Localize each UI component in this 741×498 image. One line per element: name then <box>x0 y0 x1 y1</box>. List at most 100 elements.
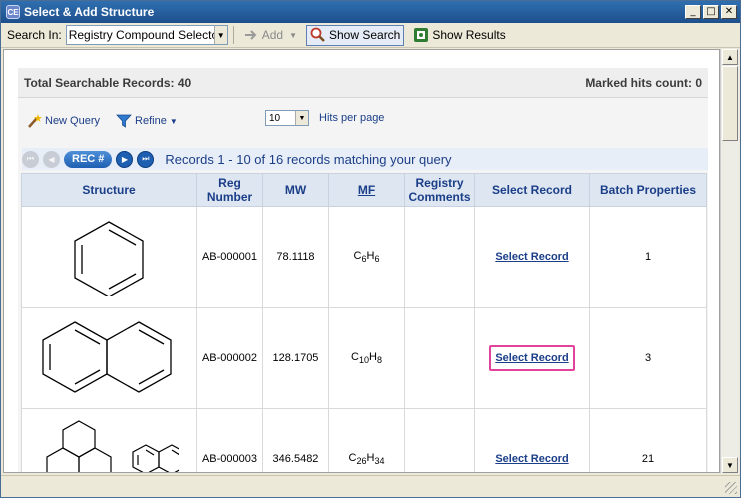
show-results-label: Show Results <box>432 28 506 42</box>
batch-properties-cell: 21 <box>589 408 707 472</box>
table-row: AB-000003 346.5482 C26H34 Select Record … <box>21 408 707 472</box>
mf-element: H <box>369 350 377 363</box>
marked-hits-text: Marked hits count: 0 <box>585 75 702 90</box>
comments-cell <box>404 307 475 409</box>
new-query-label: New Query <box>45 115 101 127</box>
hits-value: 10 <box>269 112 281 124</box>
structure-cell <box>21 307 197 409</box>
scroll-down-button[interactable]: ▼ <box>722 457 738 473</box>
results-content: Total Searchable Records: 40 Marked hits… <box>3 49 720 473</box>
chevron-down-icon[interactable]: ▼ <box>295 111 308 125</box>
comments-cell <box>404 408 475 472</box>
hits-label: Hits per page <box>319 112 385 124</box>
table-row: AB-000002 128.1705 C10H8 Select Record 3 <box>21 307 707 409</box>
select-record-link[interactable]: Select Record <box>495 251 568 263</box>
mw-cell: 346.5482 <box>262 408 329 472</box>
summary-bar: Total Searchable Records: 40 Marked hits… <box>18 68 708 98</box>
select-record-cell: Select Record <box>474 206 590 308</box>
results-table: Structure Reg Number MW MF Registry Commen… <box>21 173 707 472</box>
search-in-label: Search In: <box>7 28 62 42</box>
search-in-dropdown[interactable]: Registry Compound Selector ▼ <box>65 25 228 45</box>
chevron-down-icon[interactable]: ▼ <box>213 26 227 44</box>
refine-label: Refine <box>135 115 167 127</box>
header-mf-link[interactable]: MF <box>358 183 375 197</box>
show-results-button[interactable]: Show Results <box>410 25 508 46</box>
select-record-cell: Select Record <box>474 307 590 409</box>
benzene-structure-image <box>74 220 144 298</box>
header-structure: Structure <box>21 173 197 207</box>
funnel-icon <box>116 113 132 129</box>
new-query-button[interactable]: New Query <box>26 113 100 129</box>
header-reg-number: Reg Number <box>196 173 263 207</box>
app-icon: CE <box>6 5 20 19</box>
table-header-row: Structure Reg Number MW MF Registry Commen… <box>21 173 707 207</box>
comments-cell <box>404 206 475 308</box>
add-label: Add <box>261 28 284 42</box>
header-batch-properties: Batch Properties <box>589 173 707 207</box>
refine-button[interactable]: Refine ▼ <box>116 113 178 129</box>
batch-properties-cell: 3 <box>589 307 707 409</box>
rec-number-button[interactable]: REC # <box>64 150 113 168</box>
scroll-up-button[interactable]: ▲ <box>722 49 738 65</box>
minimize-button[interactable]: _ <box>685 5 701 19</box>
header-comments-line2: Comments <box>408 190 471 204</box>
last-page-button[interactable]: ⏭ <box>137 150 155 168</box>
mf-count: 8 <box>376 355 382 366</box>
add-dropdown-icon[interactable]: ▼ <box>289 31 297 40</box>
select-record-cell: Select Record <box>474 408 590 472</box>
search-in-value: Registry Compound Selector <box>68 28 223 42</box>
mf-count: 26 <box>356 456 367 467</box>
select-record-link[interactable]: Select Record <box>495 453 568 465</box>
toolbar-separator <box>232 26 234 44</box>
vertical-scrollbar[interactable]: ▲ ▼ <box>720 49 739 473</box>
arrow-right-icon <box>243 27 259 43</box>
add-button[interactable]: Add ▼ <box>240 25 300 46</box>
mf-element: C <box>351 350 359 363</box>
window-title: Select & Add Structure <box>24 5 155 19</box>
title-bar[interactable]: CE Select & Add Structure _ □ ✕ <box>1 1 740 23</box>
header-mw: MW <box>262 173 329 207</box>
mf-cell: C26H34 <box>328 408 405 472</box>
batch-properties-cell: 1 <box>589 206 707 308</box>
close-button[interactable]: ✕ <box>721 5 737 19</box>
mf-count: 10 <box>358 355 369 366</box>
previous-page-button[interactable]: ◀ <box>43 150 60 168</box>
scroll-thumb[interactable] <box>722 66 738 141</box>
mf-cell: C10H8 <box>328 307 405 409</box>
table-row: AB-000001 78.1118 C6H6 Select Record 1 <box>21 206 707 308</box>
results-grid-icon <box>413 27 429 43</box>
magic-wand-icon <box>26 113 42 129</box>
results-panel: Total Searchable Records: 40 Marked hits… <box>18 68 708 472</box>
reg-number-cell: AB-000002 <box>196 307 263 409</box>
header-reg-line1: Reg <box>218 176 241 190</box>
structure-cell <box>21 408 197 472</box>
total-records-text: Total Searchable Records: 40 <box>24 75 192 90</box>
show-search-button[interactable]: Show Search <box>305 24 405 46</box>
toolbar: Search In: Registry Compound Selector ▼ … <box>1 23 740 48</box>
hits-per-page-select[interactable]: 10 ▼ <box>265 110 309 126</box>
header-comments-line1: Registry <box>415 176 464 190</box>
pager: ⏮ ◀ REC # ▶ ⏭ Records 1 - 10 of 16 recor… <box>22 148 708 170</box>
maximize-button[interactable]: □ <box>703 5 719 19</box>
mf-count: 34 <box>374 456 385 467</box>
header-comments: Registry Comments <box>404 173 475 207</box>
naphthalene-structure-image <box>42 320 172 393</box>
reg-number-cell: AB-000001 <box>196 206 263 308</box>
mf-count: 6 <box>374 254 380 265</box>
polycyclic-structure-image <box>46 420 186 472</box>
show-search-label: Show Search <box>328 28 401 42</box>
resize-grip[interactable] <box>725 482 737 494</box>
records-status-text: Records 1 - 10 of 16 records matching yo… <box>165 151 452 167</box>
mw-cell: 78.1118 <box>262 206 329 308</box>
select-add-structure-window: CE Select & Add Structure _ □ ✕ Search I… <box>0 0 741 498</box>
highlight-box: Select Record <box>489 345 575 371</box>
select-record-link[interactable]: Select Record <box>495 352 568 364</box>
structure-cell <box>21 206 197 308</box>
header-select-record: Select Record <box>474 173 590 207</box>
refine-chevron-icon: ▼ <box>169 116 178 126</box>
status-bar <box>1 475 740 497</box>
header-reg-line2: Number <box>206 190 253 204</box>
next-page-button[interactable]: ▶ <box>116 150 134 168</box>
header-mf[interactable]: MF <box>328 173 405 207</box>
first-page-button[interactable]: ⏮ <box>22 150 39 168</box>
